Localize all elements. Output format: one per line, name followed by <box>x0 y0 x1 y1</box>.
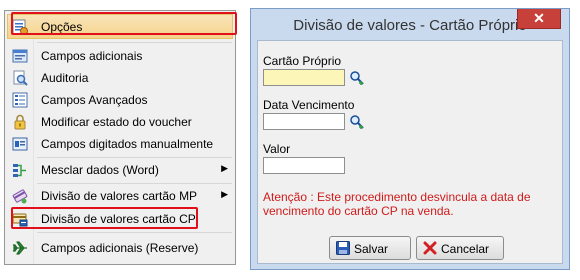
close-icon: ✕ <box>533 10 545 26</box>
menu-item-label: Campos Avançados <box>41 93 148 107</box>
merge-icon <box>12 162 28 178</box>
menu-item-label: Campos digitados manualmente <box>41 137 214 151</box>
lock-icon <box>12 114 28 130</box>
save-label: Salvar <box>354 242 389 256</box>
warning-text: Atenção : Este procedimento desvincula a… <box>263 190 531 218</box>
menu-separator <box>37 183 232 184</box>
menu-item-campos-avancados[interactable]: Campos Avançados <box>8 89 234 111</box>
menu-item-label: Campos adicionais <box>41 49 143 63</box>
search-lookup-icon[interactable] <box>349 114 365 130</box>
submenu-arrow-icon: ▶ <box>221 163 228 173</box>
menu-item-campos-digitados[interactable]: Campos digitados manualmente <box>8 133 234 155</box>
menu-item-campos-adicionais[interactable]: Campos adicionais <box>8 45 234 67</box>
highlight-opcoes <box>11 12 237 35</box>
menu-item-auditoria[interactable]: Auditoria <box>8 67 234 89</box>
menu-separator <box>37 42 232 43</box>
menu-item-label: Modificar estado do voucher <box>41 115 192 129</box>
context-menu: Opções Campos adicionais Auditoria Campo… <box>4 10 237 265</box>
highlight-divisao-cp <box>11 207 198 229</box>
menu-item-campos-reserve[interactable]: Campos adicionais (Reserve) <box>8 237 234 259</box>
submenu-arrow-icon: ▶ <box>221 189 228 199</box>
valor-label: Valor <box>263 142 291 156</box>
plane-icon <box>12 240 28 256</box>
extra-fields-icon <box>12 48 28 64</box>
card-split-icon <box>12 188 28 204</box>
menu-separator <box>37 232 232 233</box>
data-vencimento-label: Data Vencimento <box>263 98 355 112</box>
close-button[interactable]: ✕ <box>517 9 561 29</box>
cancel-label: Cancelar <box>441 242 490 256</box>
data-vencimento-input[interactable] <box>263 113 345 130</box>
menu-item-label: Divisão de valores cartão MP <box>41 189 198 203</box>
menu-item-label: Mesclar dados (Word) <box>41 163 159 177</box>
cancel-x-icon <box>423 241 437 255</box>
cartao-proprio-input[interactable] <box>263 69 345 86</box>
menu-separator <box>37 157 232 158</box>
salvar-button[interactable]: Salvar <box>329 236 411 260</box>
advanced-fields-icon <box>12 92 28 108</box>
manual-fields-icon <box>12 136 28 152</box>
cartao-proprio-label: Cartão Próprio <box>263 54 342 68</box>
menu-item-mesclar-dados[interactable]: Mesclar dados (Word) ▶ <box>8 159 234 181</box>
divisao-valores-dialog: Divisão de valores - Cartão Próprio ✕ Ca… <box>250 8 570 270</box>
menu-item-modificar-estado[interactable]: Modificar estado do voucher <box>8 111 234 133</box>
menu-item-divisao-mp[interactable]: Divisão de valores cartão MP ▶ <box>8 185 234 207</box>
search-lookup-icon[interactable] <box>349 70 365 86</box>
menu-item-label: Auditoria <box>41 71 89 85</box>
cancelar-button[interactable]: Cancelar <box>416 236 504 260</box>
menu-item-label: Campos adicionais (Reserve) <box>41 241 199 255</box>
audit-icon <box>12 70 28 86</box>
save-icon <box>336 241 350 255</box>
dialog-client-area: Cartão Próprio Data Vencimento Valor Ate… <box>257 40 563 264</box>
valor-input[interactable] <box>263 157 345 174</box>
